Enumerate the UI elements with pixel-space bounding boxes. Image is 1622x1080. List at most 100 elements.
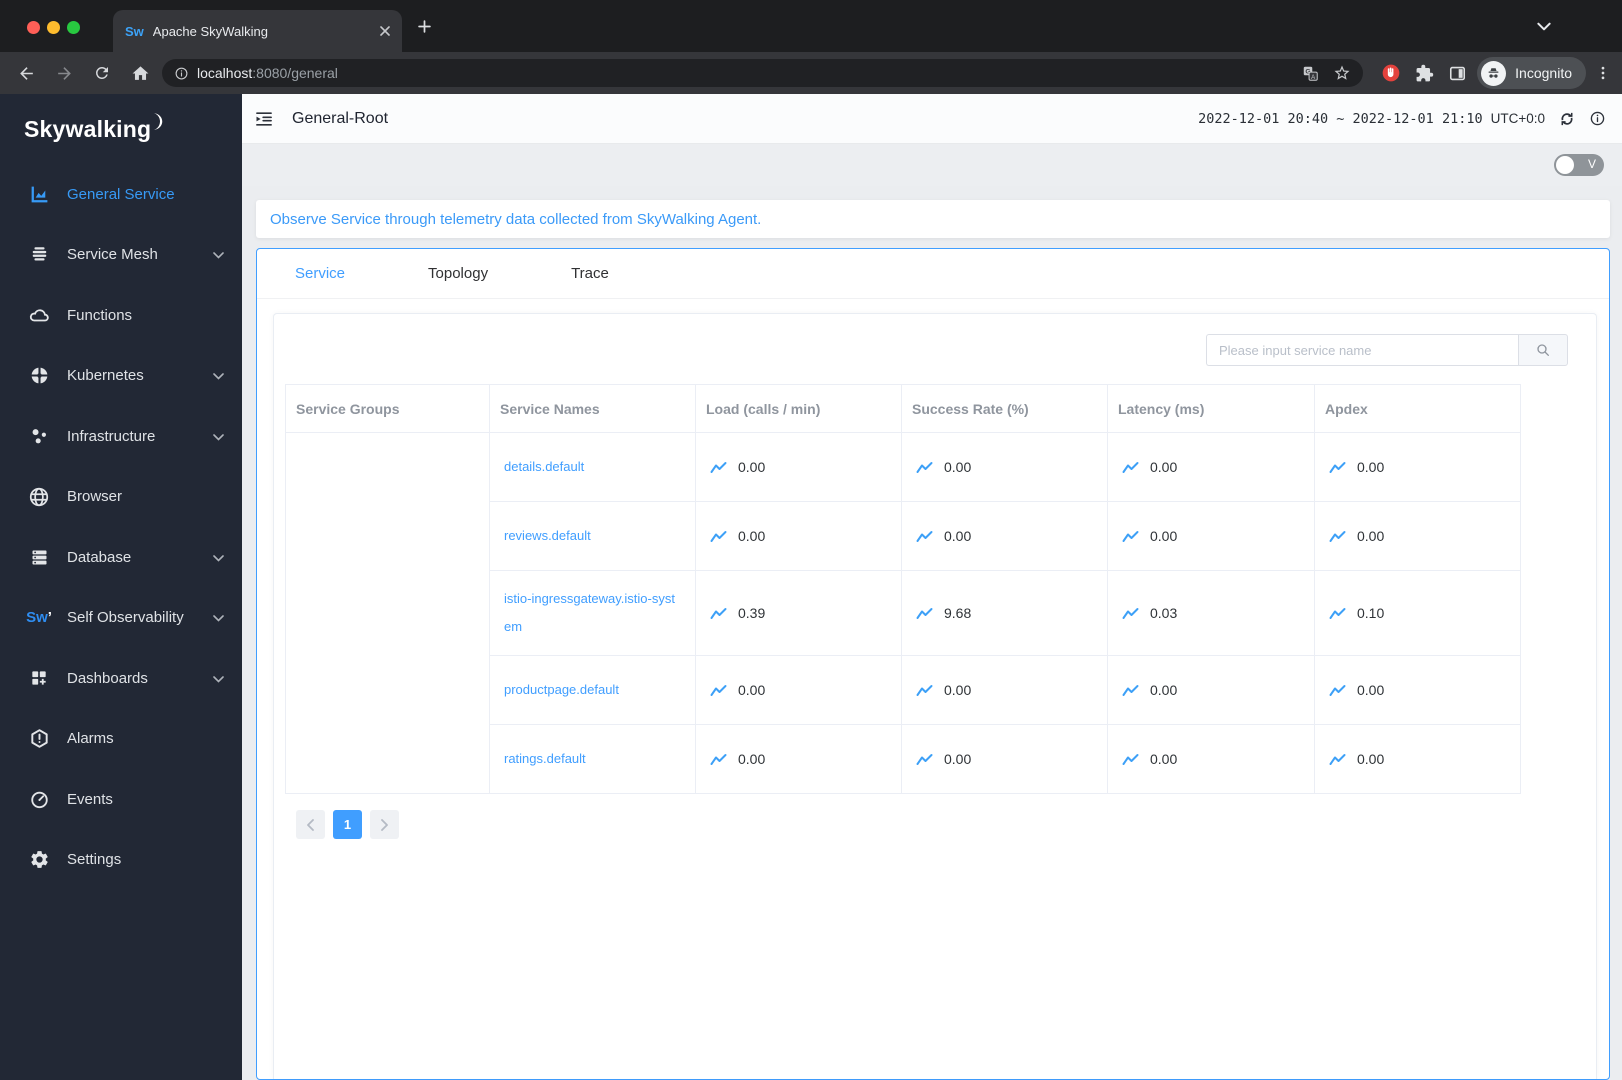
service-link[interactable]: details.default	[504, 459, 584, 474]
info-icon[interactable]	[1589, 110, 1606, 127]
home-button[interactable]	[124, 57, 156, 89]
sparkline-icon[interactable]	[916, 753, 933, 766]
chevron-down-icon	[213, 428, 224, 445]
service-link[interactable]: ratings.default	[504, 751, 586, 766]
sparkline-icon[interactable]	[916, 607, 933, 620]
sparkline-icon[interactable]	[710, 607, 727, 620]
sparkline-icon[interactable]	[1329, 607, 1346, 620]
new-tab-button[interactable]	[418, 20, 431, 33]
collapse-sidebar-icon[interactable]	[254, 109, 274, 129]
metric-value: 0.00	[1150, 751, 1178, 767]
globe-icon	[28, 486, 50, 508]
dashboard-toolbar-strip: V	[242, 144, 1622, 186]
sparkline-icon[interactable]	[710, 684, 727, 697]
tab-close-icon[interactable]	[380, 26, 390, 36]
timer-icon	[28, 788, 50, 810]
bookmark-star-icon[interactable]	[1333, 64, 1351, 82]
cloud-icon	[28, 304, 50, 326]
sparkline-icon[interactable]	[916, 530, 933, 543]
browser-tab[interactable]: Sw Apache SkyWalking	[113, 10, 402, 52]
sparkline-icon[interactable]	[1329, 530, 1346, 543]
gear-icon	[28, 849, 50, 871]
layers-stack-icon	[28, 244, 50, 266]
sparkline-icon[interactable]	[1122, 461, 1139, 474]
sidebar-item-dashboards[interactable]: Dashboards	[0, 648, 242, 709]
sidebar-item-events[interactable]: Events	[0, 769, 242, 830]
address-bar[interactable]: localhost:8080/general GA	[162, 59, 1364, 87]
sparkline-icon[interactable]	[710, 753, 727, 766]
tab-topology[interactable]: Topology	[428, 265, 488, 282]
edit-mode-toggle[interactable]: V	[1554, 154, 1604, 176]
sidebar-item-functions[interactable]: Functions	[0, 285, 242, 346]
service-link[interactable]: productpage.default	[504, 682, 619, 697]
tab-search-chevron-icon[interactable]	[1537, 22, 1551, 31]
prev-page-button[interactable]	[296, 810, 325, 839]
sparkline-icon[interactable]	[1122, 753, 1139, 766]
sparkline-icon[interactable]	[916, 461, 933, 474]
sidebar-item-label: Kubernetes	[67, 367, 144, 385]
col-latency: Latency (ms)	[1107, 384, 1315, 433]
metric-value: 0.00	[944, 459, 972, 475]
sparkline-icon[interactable]	[1122, 607, 1139, 620]
sidebar-item-label: Events	[67, 790, 113, 808]
extensions-puzzle-icon[interactable]	[1415, 64, 1434, 83]
sparkline-icon[interactable]	[1329, 753, 1346, 766]
sidebar-item-kubernetes[interactable]: Kubernetes	[0, 346, 242, 407]
sparkline-icon[interactable]	[1329, 684, 1346, 697]
browser-menu-icon[interactable]	[1594, 64, 1612, 82]
back-button[interactable]	[10, 57, 42, 89]
translate-icon[interactable]: GA	[1302, 65, 1319, 82]
side-panel-icon[interactable]	[1448, 64, 1467, 83]
url-text[interactable]: localhost:8080/general	[197, 65, 1302, 81]
tab-trace[interactable]: Trace	[571, 265, 609, 282]
banner-text: Observe Service through telemetry data c…	[270, 210, 762, 228]
chevron-down-icon	[213, 609, 224, 626]
sparkline-icon[interactable]	[916, 684, 933, 697]
metric-value: 0.00	[738, 528, 766, 544]
time-range[interactable]: 2022-12-01 20:40 ~ 2022-12-01 21:10	[1198, 111, 1482, 127]
timezone-label: UTC+0:0	[1490, 111, 1545, 126]
metric-value: 0.00	[1357, 751, 1385, 767]
sparkline-icon[interactable]	[710, 461, 727, 474]
sparkline-icon[interactable]	[710, 530, 727, 543]
sidebar-item-infrastructure[interactable]: Infrastructure	[0, 406, 242, 467]
sparkline-icon[interactable]	[1122, 530, 1139, 543]
metric-value: 0.00	[1357, 682, 1385, 698]
sidebar-item-alarms[interactable]: Alarms	[0, 709, 242, 770]
sidebar-item-label: Service Mesh	[67, 246, 158, 264]
sidebar-item-service-mesh[interactable]: Service Mesh	[0, 225, 242, 286]
content-blocker-extension-icon[interactable]	[1381, 63, 1401, 83]
sidebar-item-settings[interactable]: Settings	[0, 830, 242, 891]
close-window-button[interactable]	[27, 21, 40, 34]
next-page-button[interactable]	[370, 810, 399, 839]
minimize-window-button[interactable]	[47, 21, 60, 34]
zoom-window-button[interactable]	[67, 21, 80, 34]
sidebar-item-label: Alarms	[67, 730, 114, 748]
sidebar-item-browser[interactable]: Browser	[0, 467, 242, 528]
sidebar-item-label: Dashboards	[67, 669, 148, 687]
tab-service[interactable]: Service	[295, 265, 345, 282]
skywalking-sw-icon: Sw’	[26, 609, 52, 627]
sparkline-icon[interactable]	[1122, 684, 1139, 697]
skywalking-logo: Skywalking	[0, 94, 242, 164]
service-table: Service Groups Service Names Load (calls…	[285, 384, 1521, 794]
col-service-groups: Service Groups	[285, 384, 490, 433]
page-number-button[interactable]: 1	[333, 810, 362, 839]
sparkline-icon[interactable]	[1329, 461, 1346, 474]
chevron-down-icon	[213, 367, 224, 384]
sidebar-item-general-service[interactable]: General Service	[0, 164, 242, 225]
search-button[interactable]	[1518, 334, 1568, 366]
service-link[interactable]: reviews.default	[504, 528, 591, 543]
url-host: localhost	[197, 65, 253, 81]
sidebar-item-self-observability[interactable]: Sw’ Self Observability	[0, 588, 242, 649]
search-input[interactable]	[1206, 334, 1518, 366]
site-info-icon[interactable]	[174, 66, 189, 81]
service-link[interactable]: istio-ingressgateway.istio-system	[504, 591, 675, 634]
sidebar-item-label: Self Observability	[67, 609, 184, 627]
refresh-icon[interactable]	[1558, 110, 1576, 128]
sidebar-item-database[interactable]: Database	[0, 527, 242, 588]
forward-button[interactable]	[48, 57, 80, 89]
sidebar-item-label: Database	[67, 548, 132, 566]
reload-button[interactable]	[86, 57, 118, 89]
kubernetes-wheel-icon	[28, 365, 50, 387]
